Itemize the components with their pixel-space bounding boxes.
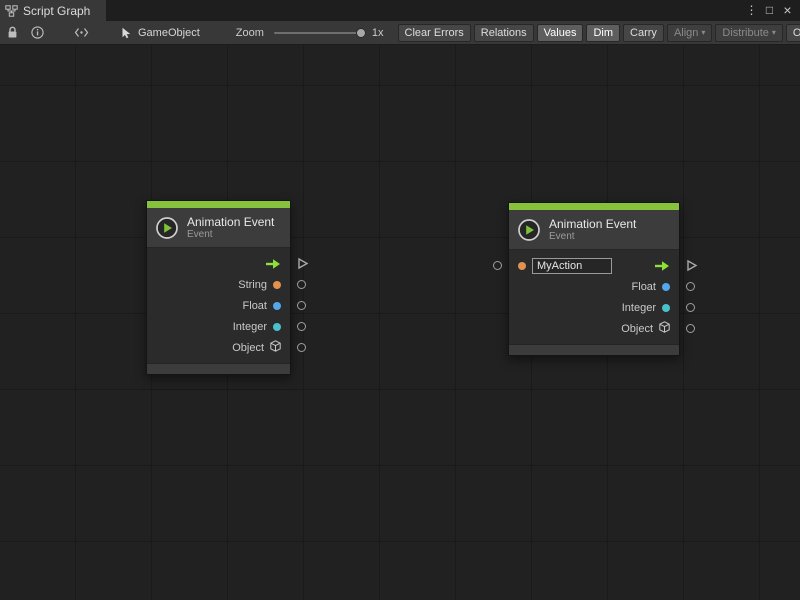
port-label-integer: Integer (233, 321, 267, 333)
distribute-button[interactable]: Distribute ▾ (715, 24, 782, 42)
flow-output-socket[interactable] (297, 257, 309, 275)
string-output-socket[interactable] (297, 280, 306, 289)
event-node-icon (517, 218, 541, 242)
node-body: String Float Integer Object (147, 248, 290, 363)
node-animation-event-1[interactable]: Animation Event Event (146, 200, 291, 375)
flow-arrow-icon (265, 258, 281, 270)
port-label-float: Float (243, 300, 267, 312)
port-row-float: Float (147, 295, 290, 316)
object-cube-icon (659, 320, 670, 338)
node-footer (147, 363, 290, 374)
port-row-string: String (147, 274, 290, 295)
graph-canvas[interactable]: Animation Event Event (0, 45, 800, 600)
port-row-object: Object (509, 318, 679, 339)
port-row-integer: Integer (147, 316, 290, 337)
name-input-socket[interactable] (493, 261, 502, 270)
maximize-icon[interactable]: □ (762, 0, 777, 21)
zoom-slider-handle[interactable] (356, 28, 366, 38)
node-title: Animation Event (549, 217, 636, 231)
info-icon[interactable] (31, 26, 44, 39)
tabbar-spacer: ⋮ □ × (106, 0, 800, 21)
script-graph-window: Script Graph ⋮ □ × (0, 0, 800, 600)
port-label-object: Object (621, 323, 653, 335)
port-label-object: Object (232, 342, 264, 354)
values-toggle-button[interactable]: Values (537, 24, 584, 42)
port-row-float: Float (509, 276, 679, 297)
overview-button[interactable]: Overview (786, 24, 800, 42)
integer-type-icon (273, 323, 281, 331)
graph-toolbar: GameObject Zoom 1x Clear Errors Relation… (0, 21, 800, 45)
lock-icon[interactable] (7, 26, 18, 39)
close-icon[interactable]: × (780, 0, 795, 21)
port-label-float: Float (632, 281, 656, 293)
float-type-icon (662, 283, 670, 291)
node-subtitle: Event (549, 231, 636, 243)
graph-icon (5, 5, 18, 17)
zoom-value: 1x (372, 27, 384, 39)
float-output-socket[interactable] (686, 282, 695, 291)
object-output-socket[interactable] (686, 324, 695, 333)
carry-toggle-button[interactable]: Carry (623, 24, 664, 42)
flow-arrow-icon (654, 260, 670, 272)
node-subtitle: Event (187, 229, 274, 241)
kebab-menu-icon[interactable]: ⋮ (744, 0, 759, 21)
integer-output-socket[interactable] (686, 303, 695, 312)
node-body: Float Integer Object (509, 250, 679, 344)
port-row-name-input (509, 255, 679, 276)
node-title: Animation Event (187, 215, 274, 229)
graph-target[interactable]: GameObject (121, 27, 200, 39)
relations-button[interactable]: Relations (474, 24, 534, 42)
align-button[interactable]: Align ▾ (667, 24, 712, 42)
chevron-down-icon: ▾ (701, 29, 705, 37)
flow-output-socket[interactable] (686, 259, 698, 277)
zoom-slider-track (274, 32, 366, 34)
node-animation-event-2[interactable]: Animation Event Event (508, 202, 680, 356)
graph-inspector-toggle-icon[interactable] (74, 27, 89, 38)
pointer-icon (121, 27, 133, 39)
string-type-icon (518, 262, 526, 270)
port-row-object: Object (147, 337, 290, 358)
string-type-icon (273, 281, 281, 289)
node-header[interactable]: Animation Event Event (509, 210, 679, 250)
node-footer (509, 344, 679, 355)
event-node-icon (155, 216, 179, 240)
node-header[interactable]: Animation Event Event (147, 208, 290, 248)
port-label-string: String (238, 279, 267, 291)
port-label-integer: Integer (622, 302, 656, 314)
align-label: Align (674, 27, 698, 39)
node-title-block: Animation Event Event (187, 215, 274, 241)
object-output-socket[interactable] (297, 343, 306, 352)
clear-errors-button[interactable]: Clear Errors (398, 24, 471, 42)
tab-script-graph[interactable]: Script Graph (0, 0, 106, 21)
node-accent-bar (147, 201, 290, 208)
distribute-label: Distribute (722, 27, 768, 39)
action-name-field[interactable] (532, 258, 612, 274)
node-title-block: Animation Event Event (549, 217, 636, 243)
float-type-icon (273, 302, 281, 310)
tab-bar: Script Graph ⋮ □ × (0, 0, 800, 21)
zoom-label: Zoom (236, 27, 264, 39)
zoom-slider[interactable] (274, 27, 366, 39)
node-accent-bar (509, 203, 679, 210)
object-cube-icon (270, 339, 281, 357)
integer-output-socket[interactable] (297, 322, 306, 331)
graph-target-label: GameObject (138, 27, 200, 39)
chevron-down-icon: ▾ (772, 29, 776, 37)
float-output-socket[interactable] (297, 301, 306, 310)
port-row-flow (147, 253, 290, 274)
integer-type-icon (662, 304, 670, 312)
port-row-integer: Integer (509, 297, 679, 318)
dim-toggle-button[interactable]: Dim (586, 24, 620, 42)
tab-title: Script Graph (23, 4, 90, 18)
